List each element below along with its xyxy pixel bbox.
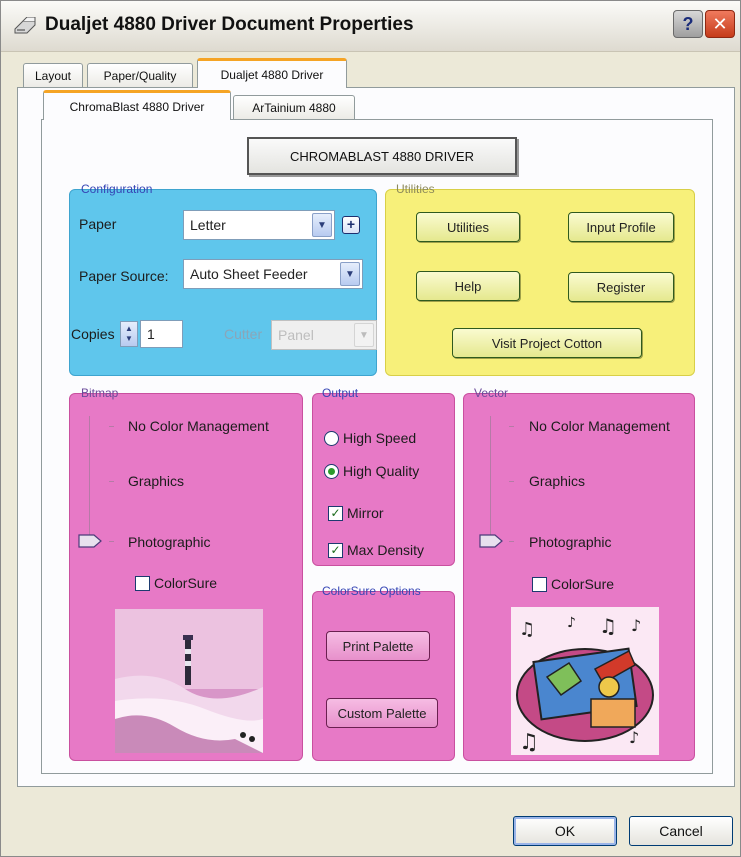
svg-text:♪: ♪ bbox=[629, 728, 639, 747]
vector-level-graphics[interactable]: Graphics bbox=[529, 473, 585, 489]
vector-preview-image: ♫ ♪ ♫ ♪ ♫ ♪ bbox=[511, 607, 659, 755]
chevron-down-icon[interactable]: ▼ bbox=[312, 213, 332, 237]
tab-dualjet-4880-driver[interactable]: Dualjet 4880 Driver bbox=[197, 58, 347, 88]
tab-artainium-4880[interactable]: ArTainium 4880 bbox=[233, 95, 355, 119]
chevron-down-icon: ▼ bbox=[354, 323, 374, 347]
utilities-button[interactable]: Utilities bbox=[416, 212, 520, 242]
tab-paper-quality[interactable]: Paper/Quality bbox=[87, 63, 193, 87]
cutter-select[interactable]: Panel ▼ bbox=[271, 320, 377, 350]
mirror-checkbox[interactable]: ✓ bbox=[328, 506, 343, 521]
vector-legend: Vector bbox=[474, 386, 509, 400]
svg-text:♫: ♫ bbox=[519, 619, 535, 640]
vector-level-photographic[interactable]: Photographic bbox=[529, 534, 612, 550]
bitmap-level-no-color-management[interactable]: No Color Management bbox=[128, 418, 269, 434]
high-quality-radio[interactable] bbox=[324, 464, 339, 479]
copies-input[interactable]: 1 bbox=[140, 320, 183, 348]
vector-colorsure-label: ColorSure bbox=[551, 576, 615, 592]
dialog-window: Dualjet 4880 Driver Document Properties … bbox=[0, 0, 741, 857]
title-bar[interactable]: Dualjet 4880 Driver Document Properties … bbox=[1, 1, 740, 52]
copies-label: Copies bbox=[71, 326, 115, 342]
add-paper-button[interactable]: + bbox=[342, 216, 360, 234]
vector-slider-track[interactable] bbox=[490, 416, 491, 540]
paper-select-value: Letter bbox=[190, 217, 226, 233]
max-density-label: Max Density bbox=[347, 542, 425, 558]
svg-text:♪: ♪ bbox=[631, 616, 641, 635]
ok-button[interactable]: OK bbox=[513, 816, 617, 846]
svg-text:♫: ♫ bbox=[599, 614, 617, 638]
colorsure-options-legend: ColorSure Options bbox=[322, 584, 421, 598]
cancel-button[interactable]: Cancel bbox=[629, 816, 733, 846]
max-density-checkbox[interactable]: ✓ bbox=[328, 543, 343, 558]
paper-source-label: Paper Source: bbox=[79, 268, 169, 284]
cutter-value: Panel bbox=[278, 327, 314, 343]
bitmap-level-graphics[interactable]: Graphics bbox=[128, 473, 184, 489]
slider-thumb-icon[interactable] bbox=[479, 534, 503, 548]
window-title: Dualjet 4880 Driver Document Properties bbox=[45, 14, 414, 35]
paper-source-value: Auto Sheet Feeder bbox=[190, 266, 308, 282]
svg-text:♫: ♫ bbox=[519, 730, 539, 755]
bitmap-legend: Bitmap bbox=[81, 386, 119, 400]
bitmap-level-photographic[interactable]: Photographic bbox=[128, 534, 211, 550]
custom-palette-button[interactable]: Custom Palette bbox=[326, 698, 438, 728]
visit-project-cotton-button[interactable]: Visit Project Cotton bbox=[452, 328, 642, 358]
vector-level-no-color-management[interactable]: No Color Management bbox=[529, 418, 670, 434]
slider-thumb-icon[interactable] bbox=[78, 534, 102, 548]
colorsure-options-group bbox=[312, 591, 455, 761]
utilities-legend: Utilities bbox=[396, 182, 435, 196]
printer-icon bbox=[14, 17, 36, 34]
chevron-down-icon[interactable]: ▼ bbox=[340, 262, 360, 286]
tab-layout[interactable]: Layout bbox=[23, 63, 83, 87]
high-quality-label: High Quality bbox=[343, 463, 420, 479]
bitmap-colorsure-label: ColorSure bbox=[154, 575, 218, 591]
chromablast-driver-button[interactable]: CHROMABLAST 4880 DRIVER bbox=[247, 137, 517, 175]
bitmap-colorsure-checkbox[interactable] bbox=[135, 576, 150, 591]
mirror-label: Mirror bbox=[347, 505, 384, 521]
output-group bbox=[312, 393, 455, 566]
slider-tick bbox=[109, 481, 114, 482]
slider-tick bbox=[109, 426, 114, 427]
paper-select[interactable]: Letter ▼ bbox=[183, 210, 335, 240]
slider-tick bbox=[509, 541, 514, 542]
paper-source-select[interactable]: Auto Sheet Feeder ▼ bbox=[183, 259, 363, 289]
bitmap-slider-track[interactable] bbox=[89, 416, 90, 540]
bitmap-preview-image bbox=[115, 609, 263, 753]
tab-chromablast-4880-driver[interactable]: ChromaBlast 4880 Driver bbox=[43, 90, 231, 120]
output-legend: Output bbox=[322, 386, 359, 400]
help-button[interactable]: ? bbox=[673, 10, 703, 38]
high-speed-radio[interactable] bbox=[324, 431, 339, 446]
svg-text:♪: ♪ bbox=[567, 615, 576, 631]
high-speed-label: High Speed bbox=[343, 430, 417, 446]
cutter-label: Cutter bbox=[224, 326, 263, 342]
vector-colorsure-checkbox[interactable] bbox=[532, 577, 547, 592]
paper-label: Paper bbox=[79, 216, 117, 232]
register-button[interactable]: Register bbox=[568, 272, 674, 302]
print-palette-button[interactable]: Print Palette bbox=[326, 631, 430, 661]
input-profile-button[interactable]: Input Profile bbox=[568, 212, 674, 242]
slider-tick bbox=[509, 426, 514, 427]
spin-up-down-icon[interactable]: ▲ ▼ bbox=[120, 321, 138, 347]
help-utility-button[interactable]: Help bbox=[416, 271, 520, 301]
slider-tick bbox=[509, 481, 514, 482]
slider-tick bbox=[109, 541, 114, 542]
configuration-legend: Configuration bbox=[81, 182, 153, 196]
close-button[interactable]: ✕ bbox=[705, 10, 735, 38]
